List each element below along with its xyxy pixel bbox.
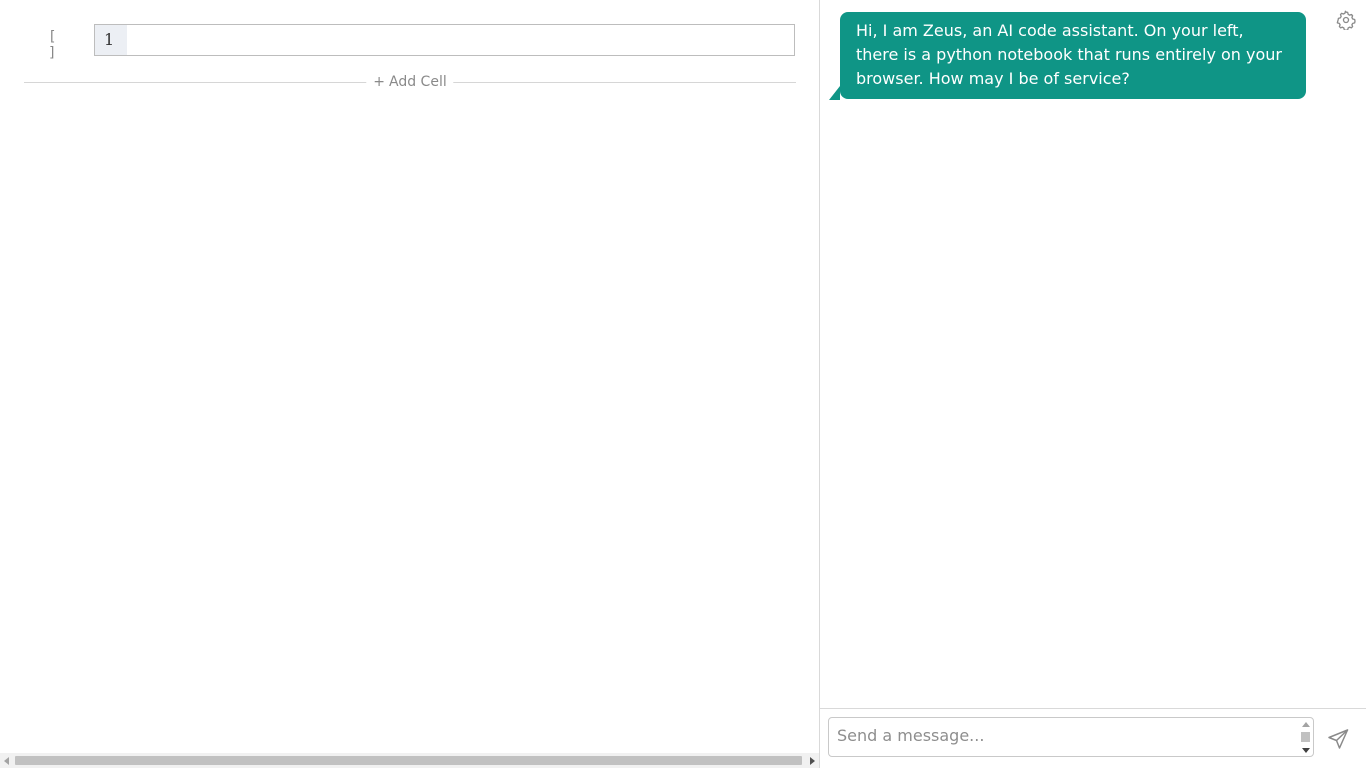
input-scrollbar-thumb[interactable]	[1301, 732, 1310, 742]
scroll-right-arrow-icon[interactable]	[810, 757, 815, 765]
message-composer	[820, 708, 1366, 769]
message-tail	[829, 86, 840, 100]
line-number: 1	[95, 25, 127, 55]
execution-count: [ ]	[48, 29, 58, 61]
plus-icon: +	[373, 74, 385, 90]
notebook-panel: [ ] 1 + Add Cell	[0, 0, 819, 768]
code-input[interactable]	[127, 25, 794, 55]
scroll-up-arrow-icon[interactable]	[1302, 722, 1310, 727]
horizontal-scrollbar[interactable]	[0, 753, 819, 768]
input-scrollbar[interactable]	[1300, 720, 1311, 754]
gear-icon[interactable]	[1336, 10, 1356, 31]
message-input[interactable]	[828, 717, 1314, 757]
scrollbar-thumb[interactable]	[15, 756, 802, 765]
notebook-cell: [ ] 1	[0, 24, 819, 61]
add-cell-button[interactable]: + Add Cell	[366, 72, 454, 92]
scroll-down-arrow-icon[interactable]	[1302, 748, 1310, 753]
chat-panel: Hi, I am Zeus, an AI code assistant. On …	[819, 0, 1366, 768]
add-cell-row: + Add Cell	[24, 72, 796, 92]
assistant-message: Hi, I am Zeus, an AI code assistant. On …	[840, 12, 1306, 99]
add-cell-label: Add Cell	[389, 74, 447, 90]
code-cell-editor[interactable]: 1	[94, 24, 795, 56]
send-icon[interactable]	[1326, 727, 1350, 751]
scroll-left-arrow-icon[interactable]	[4, 757, 9, 765]
